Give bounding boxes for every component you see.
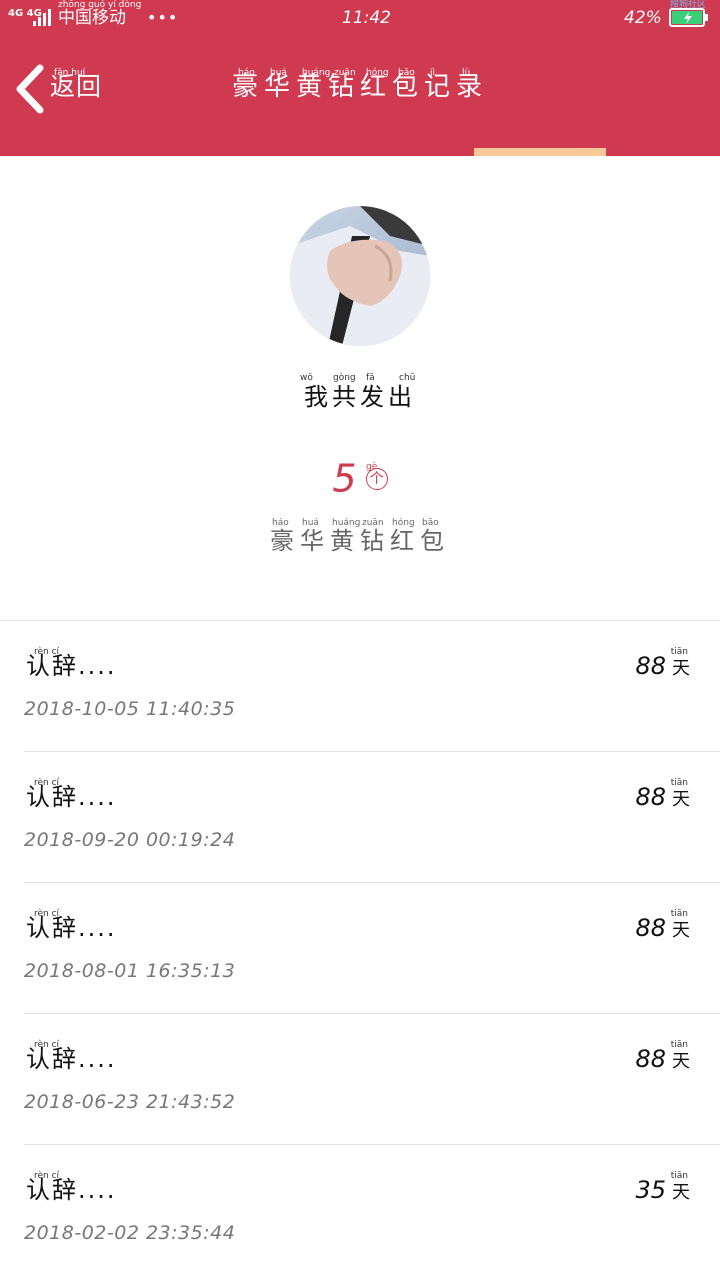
record-days: 88 天: [635, 651, 690, 684]
days-unit: 天: [672, 920, 690, 941]
page-title: 豪华黄钻红包记录: [232, 72, 489, 102]
days-unit: 天: [672, 1182, 690, 1203]
days-unit: 天: [672, 1051, 690, 1072]
record-name: 认辞....: [26, 914, 117, 942]
record-days: 88 天: [635, 1044, 690, 1077]
days-number: 88: [635, 1045, 666, 1073]
list-item[interactable]: rèn cí 认辞.... 2018-08-01 16:35:13 tiān 8…: [0, 883, 720, 1014]
count-label: 豪华黄钻红包: [270, 527, 450, 555]
avatar: [290, 206, 430, 346]
more-notifications-icon: •••: [147, 8, 179, 27]
list-item[interactable]: rèn cí 认辞.... 2018-02-02 23:35:44 tiān 3…: [0, 1145, 720, 1276]
days-number: 88: [635, 914, 666, 942]
days-unit: 天: [672, 658, 690, 679]
days-number: 88: [635, 783, 666, 811]
record-name: 认辞....: [26, 1176, 117, 1204]
record-date: 2018-06-23 21:43:52: [24, 1091, 236, 1113]
record-date: 2018-09-20 00:19:24: [24, 829, 236, 851]
record-name: 认辞....: [26, 783, 117, 811]
count-number: 5: [332, 456, 357, 501]
days-unit: 天: [672, 789, 690, 810]
status-bar: 4G 4G zhōng guó yí dòng 中国移动 ••• 11:42 4…: [0, 0, 720, 36]
back-button[interactable]: fǎn huí 返回: [14, 60, 114, 114]
count-unit-pinyin: gè: [366, 462, 378, 472]
clock: 11:42: [342, 8, 391, 28]
back-label: 返回: [50, 72, 103, 101]
tab-indicator: [474, 148, 606, 156]
record-name: 认辞....: [26, 652, 117, 680]
record-name: 认辞....: [26, 1045, 117, 1073]
battery-percent: 42%: [624, 8, 662, 28]
corner-watermark: 搜狗社区: [670, 0, 707, 10]
sent-label: 我共发出: [304, 383, 416, 411]
battery-charging-icon: [669, 8, 709, 32]
list-item[interactable]: rèn cí 认辞.... 2018-06-23 21:43:52 tiān 8…: [0, 1014, 720, 1145]
chevron-left-icon: [14, 64, 46, 118]
record-days: 88 天: [635, 913, 690, 946]
carrier-name: 中国移动: [58, 8, 126, 28]
days-number: 35: [635, 1176, 666, 1204]
app-header: 4G 4G zhōng guó yí dòng 中国移动 ••• 11:42 4…: [0, 0, 720, 156]
days-number: 88: [635, 652, 666, 680]
red-packet-count: 5 个: [0, 458, 720, 499]
signal-bars-icon: [33, 9, 53, 31]
record-date: 2018-08-01 16:35:13: [24, 960, 236, 982]
record-days: 35 天: [635, 1175, 690, 1208]
record-days: 88 天: [635, 782, 690, 815]
record-date: 2018-02-02 23:35:44: [24, 1222, 236, 1244]
list-item[interactable]: rèn cí 认辞.... 2018-09-20 00:19:24 tiān 8…: [0, 752, 720, 883]
list-item[interactable]: rèn cí 认辞.... 2018-10-05 11:40:35 tiān 8…: [0, 621, 720, 752]
record-list: rèn cí 认辞.... 2018-10-05 11:40:35 tiān 8…: [0, 621, 720, 1276]
record-date: 2018-10-05 11:40:35: [24, 698, 236, 720]
